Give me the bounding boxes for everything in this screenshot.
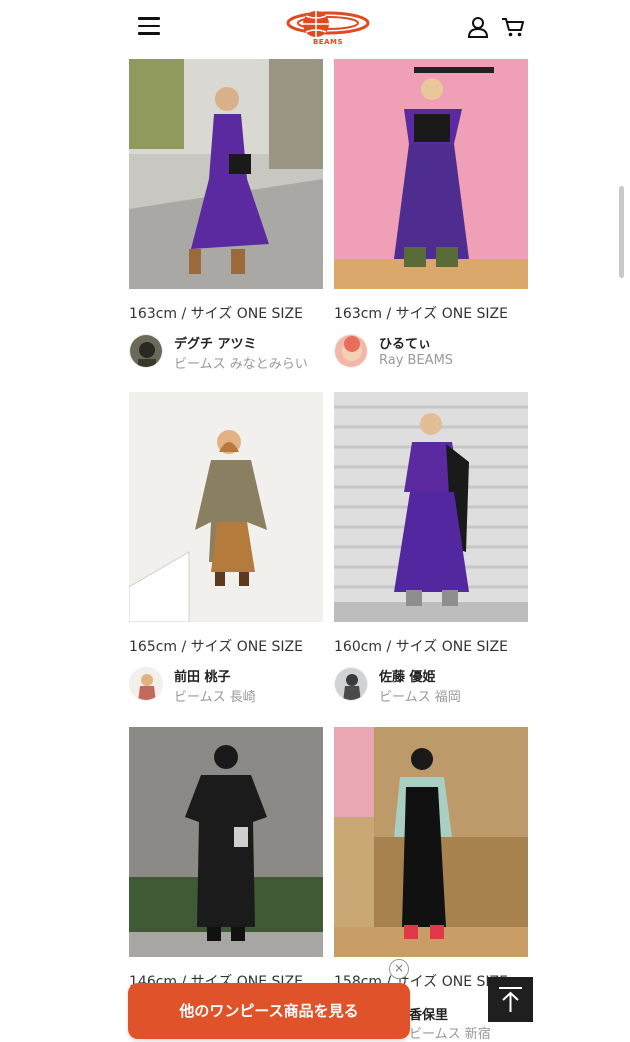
- site-header: BEAMS: [0, 0, 630, 56]
- staff-avatar[interactable]: [129, 667, 163, 701]
- staff-avatar[interactable]: [334, 667, 368, 701]
- styling-card[interactable]: 165cm / サイズ ONE SIZE 前田 桃子 ビームス 長崎: [129, 392, 323, 712]
- staff-avatar[interactable]: [334, 334, 368, 368]
- styling-photo[interactable]: [129, 392, 323, 622]
- staff-shop: ビームス みなとみらい: [174, 357, 308, 372]
- styling-photo[interactable]: [334, 59, 528, 289]
- logo-wordmark: BEAMS: [312, 38, 344, 46]
- styling-photo[interactable]: [334, 392, 528, 622]
- model-height-size: 163cm / サイズ ONE SIZE: [129, 306, 303, 322]
- staff-name[interactable]: デグチ アツミ: [174, 333, 257, 352]
- scroll-to-top-button[interactable]: [488, 977, 533, 1022]
- arrow-up-icon: [499, 987, 522, 1012]
- page-scrollbar[interactable]: [619, 186, 624, 278]
- staff-name[interactable]: 前田 桃子: [174, 666, 231, 685]
- staff-shop: ビームス 福岡: [379, 690, 461, 705]
- model-height-size: 163cm / サイズ ONE SIZE: [334, 306, 508, 322]
- staff-shop: ビームス 長崎: [174, 690, 256, 705]
- staff-name[interactable]: 佐藤 優姫: [379, 666, 436, 685]
- staff-shop: Ray BEAMS: [379, 353, 454, 368]
- styling-card[interactable]: 160cm / サイズ ONE SIZE 佐藤 優姫 ビームス 福岡: [334, 392, 528, 712]
- staff-avatar[interactable]: [129, 334, 163, 368]
- styling-photo[interactable]: [129, 59, 323, 289]
- styling-card[interactable]: 163cm / サイズ ONE SIZE ひるてぃ Ray BEAMS: [334, 59, 528, 379]
- styling-photo[interactable]: [334, 727, 528, 957]
- more-onepiece-button[interactable]: 他のワンピース商品を見る: [128, 983, 410, 1039]
- staff-name[interactable]: ひるてぃ: [379, 333, 431, 352]
- styling-photo[interactable]: [129, 727, 323, 957]
- staff-shop: ビームス 新宿: [409, 1027, 491, 1042]
- account-icon[interactable]: [467, 16, 489, 38]
- model-height-size: 160cm / サイズ ONE SIZE: [334, 639, 508, 655]
- menu-icon[interactable]: [138, 17, 160, 35]
- beams-logo[interactable]: BEAMS: [286, 8, 370, 46]
- styling-card[interactable]: 163cm / サイズ ONE SIZE デグチ アツミ ビームス みなとみらい: [129, 59, 323, 379]
- staff-name[interactable]: 香保里: [409, 1004, 448, 1023]
- cart-icon[interactable]: [501, 16, 525, 38]
- model-height-size: 165cm / サイズ ONE SIZE: [129, 639, 303, 655]
- close-icon[interactable]: ×: [389, 959, 409, 979]
